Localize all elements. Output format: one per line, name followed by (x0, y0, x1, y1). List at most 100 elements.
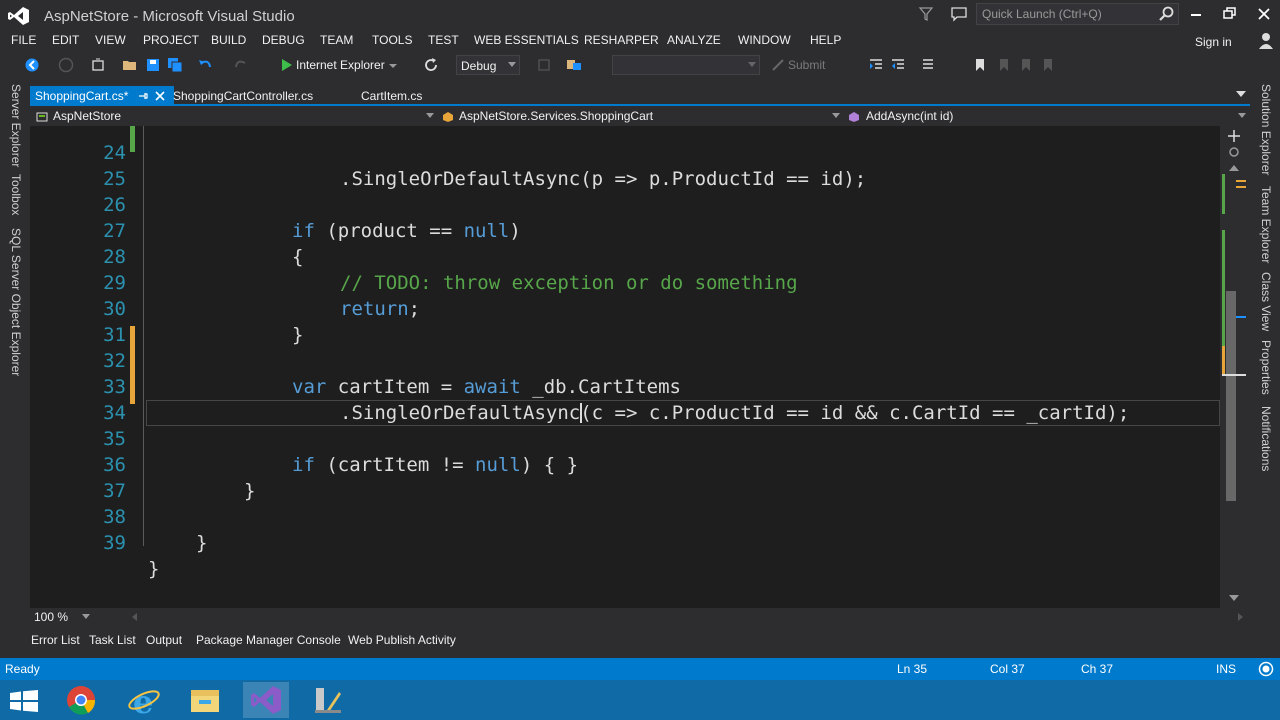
chevron-down-icon[interactable] (832, 113, 840, 119)
configuration-dropdown[interactable]: Debug (456, 55, 520, 75)
tab-toolbox[interactable]: Toolbox (9, 174, 23, 215)
solution-platforms-icon[interactable] (536, 57, 552, 73)
quick-launch-input[interactable]: Quick Launch (Ctrl+Q) (976, 3, 1179, 25)
submit-icon[interactable] (770, 57, 786, 73)
menu-help[interactable]: HELP (810, 33, 841, 47)
internet-explorer-icon[interactable]: e (121, 682, 167, 718)
scroll-down-icon[interactable] (1229, 594, 1239, 602)
comment-lines-icon[interactable] (920, 57, 936, 73)
tab-package-manager-console[interactable]: Package Manager Console (196, 633, 341, 647)
tab-cartitem-cs[interactable]: CartItem.cs (356, 86, 427, 106)
tabs-overflow-dropdown-icon[interactable] (1236, 91, 1246, 99)
navigate-back-icon[interactable] (24, 57, 40, 73)
menu-file[interactable]: FILE (11, 33, 36, 47)
chevron-down-icon[interactable] (385, 57, 401, 73)
undo-icon[interactable] (197, 57, 213, 73)
method-icon (849, 112, 859, 122)
clear-bookmarks-icon[interactable] (1040, 57, 1056, 73)
tab-properties[interactable]: Properties (1259, 340, 1273, 395)
indent-icon[interactable] (868, 57, 884, 73)
menu-team[interactable]: TEAM (320, 33, 353, 47)
redo-icon[interactable] (233, 57, 249, 73)
nav-project[interactable]: AspNetStore (53, 109, 121, 123)
file-explorer-icon[interactable] (182, 682, 228, 718)
tab-solution-explorer[interactable]: Solution Explorer (1259, 84, 1273, 175)
feedback-icon[interactable] (950, 6, 968, 22)
horizontal-scrollbar[interactable] (130, 611, 1245, 623)
code-line: 31 (30, 296, 1220, 346)
save-all-icon[interactable] (167, 57, 183, 73)
vertical-scrollbar[interactable] (1220, 126, 1250, 608)
scroll-thumb[interactable] (1226, 291, 1236, 501)
tab-class-view[interactable]: Class View (1259, 272, 1273, 331)
tab-shoppingcart-cs[interactable]: ShoppingCart.cs* (30, 86, 174, 106)
bookmark-icon[interactable] (972, 57, 988, 73)
start-debugging-icon[interactable] (278, 57, 294, 73)
notification-flag-icon[interactable] (918, 6, 934, 22)
run-target-label[interactable]: Internet Explorer (296, 58, 385, 72)
platform-dropdown[interactable] (612, 55, 760, 75)
tab-output[interactable]: Output (146, 633, 182, 647)
tab-notifications[interactable]: Notifications (1259, 406, 1273, 471)
nav-member[interactable]: AddAsync(int id) (866, 109, 953, 123)
tab-error-list[interactable]: Error List (31, 633, 80, 647)
scroll-up-icon[interactable] (1229, 164, 1239, 172)
open-file-icon[interactable] (122, 57, 138, 73)
notification-icon[interactable] (1258, 661, 1274, 677)
chevron-down-icon[interactable] (426, 113, 434, 119)
menu-debug[interactable]: DEBUG (262, 33, 305, 47)
visual-studio-logo-icon (8, 7, 29, 25)
windows-start-icon[interactable] (10, 690, 38, 712)
previous-bookmark-icon[interactable] (996, 57, 1012, 73)
tab-team-explorer[interactable]: Team Explorer (1259, 186, 1273, 263)
menu-test[interactable]: TEST (428, 33, 459, 47)
visual-studio-icon[interactable] (243, 682, 289, 718)
tab-label: ShoppingCartController.cs (173, 89, 314, 103)
minimize-button[interactable] (1186, 5, 1206, 23)
close-icon[interactable] (154, 90, 166, 102)
window-title: AspNetStore - Microsoft Visual Studio (44, 8, 295, 25)
chrome-icon[interactable] (58, 682, 104, 718)
outdent-icon[interactable] (890, 57, 906, 73)
tab-web-publish-activity[interactable]: Web Publish Activity (348, 633, 456, 647)
split-window-icon[interactable] (1228, 130, 1240, 142)
chevron-down-icon[interactable] (82, 614, 90, 620)
menu-project[interactable]: PROJECT (143, 33, 199, 47)
zoom-level[interactable]: 100 % (34, 610, 68, 624)
sign-in-link[interactable]: Sign in (1195, 35, 1232, 49)
search-icon[interactable] (1158, 6, 1174, 22)
tools-icon[interactable] (305, 682, 351, 718)
tab-sql-server-object-explorer[interactable]: SQL Server Object Explorer (9, 228, 23, 376)
restore-button[interactable] (1220, 5, 1240, 23)
close-window-button[interactable] (1254, 5, 1274, 23)
overview-icon[interactable] (1228, 146, 1240, 158)
tab-server-explorer[interactable]: Server Explorer (9, 84, 23, 167)
pin-icon[interactable] (138, 91, 148, 101)
menu-analyze[interactable]: ANALYZE (667, 33, 721, 47)
menu-view[interactable]: VIEW (95, 33, 126, 47)
nav-type[interactable]: AspNetStore.Services.ShoppingCart (459, 109, 653, 123)
menu-build[interactable]: BUILD (211, 33, 246, 47)
code-line: 29 return; (30, 244, 1220, 320)
status-insert-mode: INS (1216, 662, 1237, 676)
submit-label[interactable]: Submit (788, 58, 825, 72)
menu-edit[interactable]: EDIT (52, 33, 79, 47)
chevron-down-icon (508, 62, 516, 67)
refresh-icon[interactable] (423, 57, 439, 73)
next-bookmark-icon[interactable] (1018, 57, 1034, 73)
status-line: Ln 35 (897, 662, 928, 676)
code-editor[interactable]: 24 .SingleOrDefaultAsync(p => p.ProductI… (30, 126, 1220, 608)
save-icon[interactable] (145, 57, 161, 73)
menu-bar: FILE EDIT VIEW PROJECT BUILD DEBUG TEAM … (0, 32, 1280, 52)
tab-task-list[interactable]: Task List (89, 633, 136, 647)
tab-shoppingcartcontroller-cs[interactable]: ShoppingCartController.cs (168, 86, 318, 106)
user-icon[interactable] (1258, 32, 1274, 50)
chevron-down-icon[interactable] (1238, 113, 1246, 119)
menu-tools[interactable]: TOOLS (372, 33, 412, 47)
menu-window[interactable]: WINDOW (738, 33, 791, 47)
menu-web-essentials[interactable]: WEB ESSENTIALS (474, 33, 579, 47)
menu-resharper[interactable]: RESHARPER (584, 33, 659, 47)
navigate-forward-icon[interactable] (58, 57, 74, 73)
browser-link-icon[interactable] (566, 57, 582, 73)
new-project-icon[interactable] (90, 57, 106, 73)
